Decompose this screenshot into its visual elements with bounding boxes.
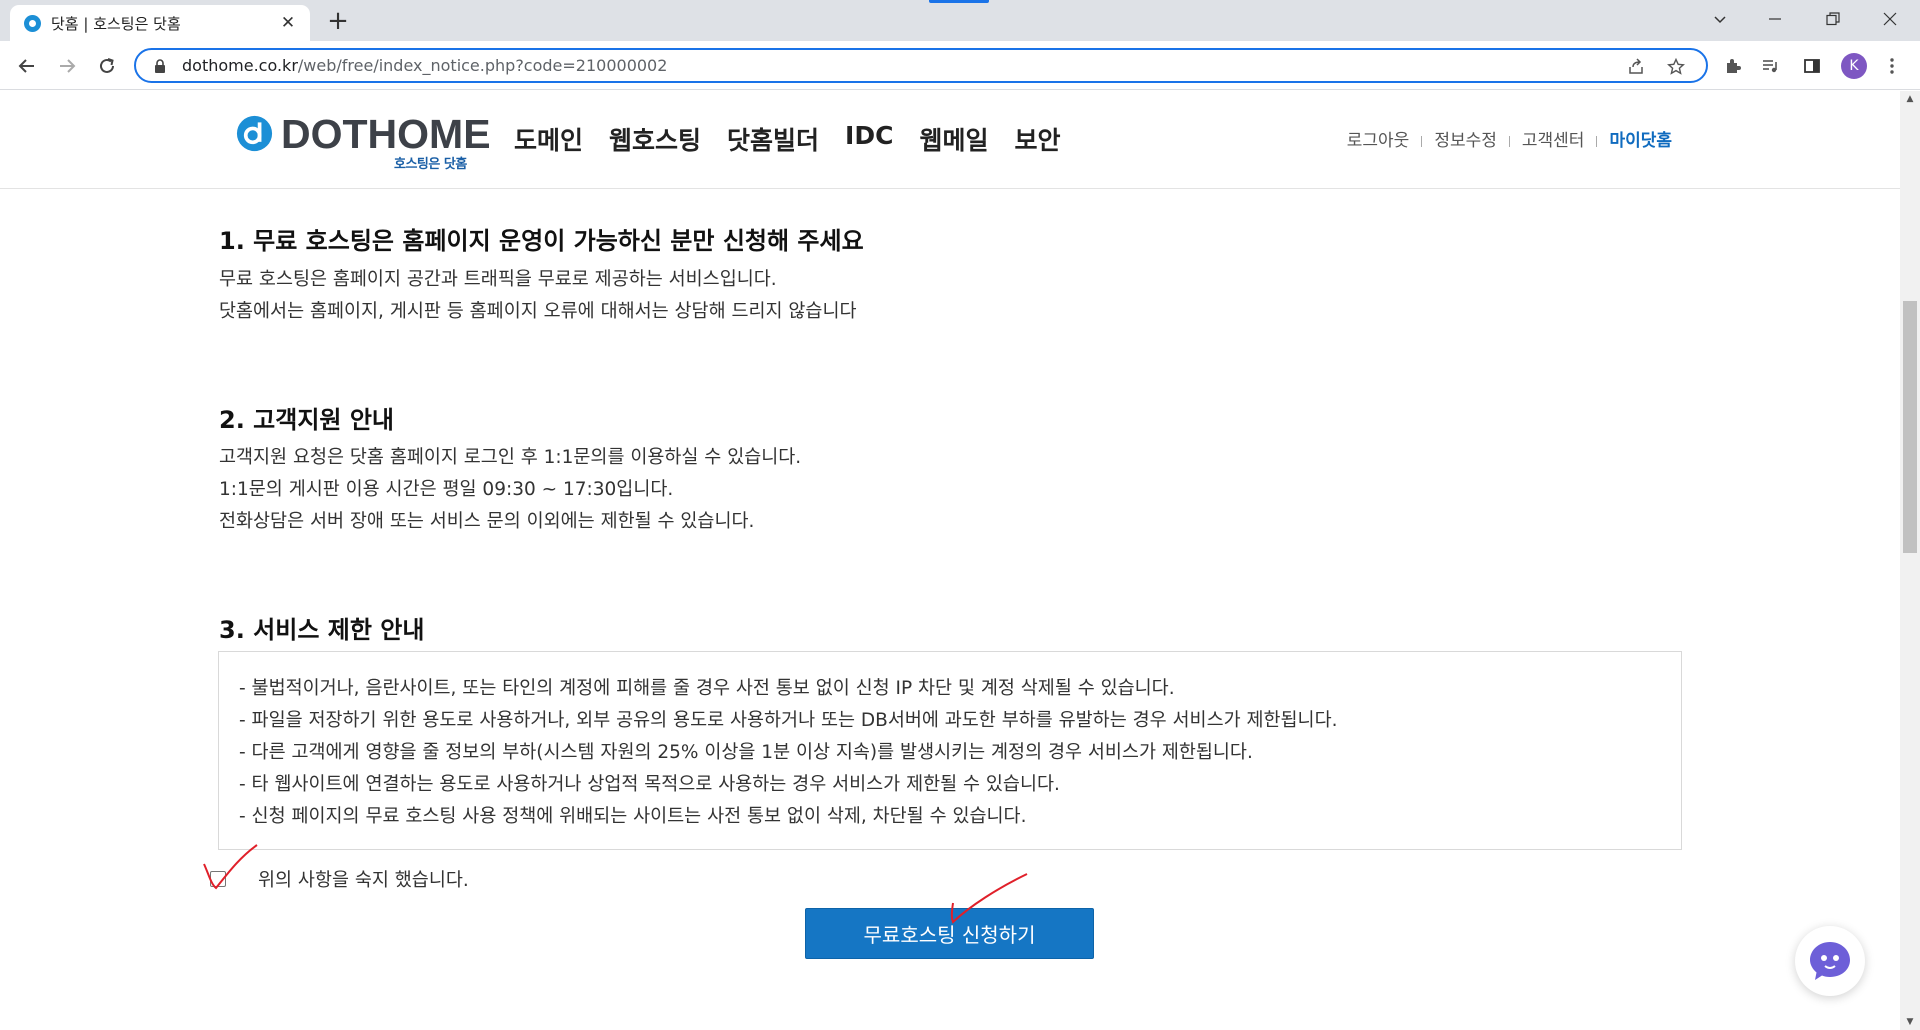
tab-indicator xyxy=(929,0,989,3)
share-icon[interactable] xyxy=(1624,56,1648,78)
address-bar[interactable]: dothome.co.kr/web/free/index_notice.php?… xyxy=(134,48,1708,83)
media-control-icon[interactable] xyxy=(1757,53,1783,79)
url-text[interactable]: dothome.co.kr/web/free/index_notice.php?… xyxy=(182,56,667,75)
site-favicon-icon xyxy=(24,14,41,32)
new-tab-button[interactable]: + xyxy=(323,7,353,37)
lock-icon[interactable] xyxy=(152,58,168,74)
browser-tab[interactable]: 닷홈 | 호스팅은 닷홈 ✕ xyxy=(10,5,310,41)
divider xyxy=(1421,136,1423,147)
logo-mark-icon xyxy=(236,115,273,152)
tab-search-icon[interactable] xyxy=(1692,0,1748,38)
nav-domain[interactable]: 도메인 xyxy=(514,121,583,157)
divider xyxy=(1508,136,1510,147)
tab-close-icon[interactable]: ✕ xyxy=(278,13,298,33)
nav-webmail[interactable]: 웹메일 xyxy=(919,121,988,157)
page-scrollbar[interactable]: ▲ ▼ xyxy=(1900,91,1920,1030)
section-2-line: 전화상담은 서버 장애 또는 서비스 문의 이외에는 제한될 수 있습니다. xyxy=(219,511,755,532)
agree-checkbox[interactable] xyxy=(210,871,226,887)
scrollbar-thumb[interactable] xyxy=(1903,301,1917,553)
site-header: DOTHOME 호스팅은 닷홈 도메인 웹호스팅 닷홈빌더 IDC 웹메일 보안… xyxy=(0,91,1900,189)
minimize-icon[interactable] xyxy=(1747,0,1803,38)
restore-icon[interactable] xyxy=(1805,0,1861,38)
restriction-item: - 다른 고객에게 영향을 줄 정보의 부하(시스템 자원의 25% 이상을 1… xyxy=(239,742,1253,763)
edit-profile-link[interactable]: 정보수정 xyxy=(1434,126,1497,151)
service-restriction-box: - 불법적이거나, 음란사이트, 또는 타인의 계정에 피해를 줄 경우 사전 … xyxy=(218,651,1682,850)
section-3-title: 3. 서비스 제한 안내 xyxy=(219,616,425,644)
section-1-line: 닷홈에서는 홈페이지, 게시판 등 홈페이지 오류에 대해서는 상담해 드리지 … xyxy=(219,301,857,322)
logout-link[interactable]: 로그아웃 xyxy=(1347,126,1410,151)
apply-free-hosting-button[interactable]: 무료호스팅 신청하기 xyxy=(805,908,1094,959)
browser-menu-icon[interactable] xyxy=(1879,53,1905,79)
scroll-down-arrow-icon[interactable]: ▼ xyxy=(1900,1014,1920,1030)
divider xyxy=(1596,136,1598,147)
forward-icon[interactable] xyxy=(51,50,83,82)
agree-label[interactable]: 위의 사항을 숙지 했습니다. xyxy=(258,866,469,892)
restriction-item: - 신청 페이지의 무료 호스팅 사용 정책에 위배되는 사이트는 사전 통보 … xyxy=(239,806,1027,827)
side-panel-icon[interactable] xyxy=(1799,53,1825,79)
site-logo[interactable]: DOTHOME 호스팅은 닷홈 xyxy=(236,111,491,172)
utility-nav: 로그아웃 정보수정 고객센터 마이닷홈 xyxy=(1347,126,1672,151)
customer-center-link[interactable]: 고객센터 xyxy=(1522,126,1585,151)
restriction-item: - 불법적이거나, 음란사이트, 또는 타인의 계정에 피해를 줄 경우 사전 … xyxy=(239,678,1175,699)
profile-avatar[interactable]: K xyxy=(1841,53,1867,79)
reload-icon[interactable] xyxy=(91,50,123,82)
bookmark-star-icon[interactable] xyxy=(1664,56,1688,78)
nav-idc[interactable]: IDC xyxy=(845,121,893,157)
browser-tabstrip: 닷홈 | 호스팅은 닷홈 ✕ + xyxy=(0,0,1920,41)
tab-title: 닷홈 | 호스팅은 닷홈 xyxy=(51,14,181,33)
nav-web-hosting[interactable]: 웹호스팅 xyxy=(609,121,701,157)
scroll-up-arrow-icon[interactable]: ▲ xyxy=(1900,91,1920,107)
url-host: dothome.co.kr xyxy=(182,56,298,75)
chat-bot-button[interactable] xyxy=(1795,926,1865,996)
section-1-line: 무료 호스팅은 홈페이지 공간과 트래픽을 무료로 제공하는 서비스입니다. xyxy=(219,269,777,290)
back-icon[interactable] xyxy=(11,50,43,82)
restriction-item: - 파일을 저장하기 위한 용도로 사용하거나, 외부 공유의 용도로 사용하거… xyxy=(239,710,1338,731)
browser-toolbar: dothome.co.kr/web/free/index_notice.php?… xyxy=(0,41,1920,90)
section-2-title: 2. 고객지원 안내 xyxy=(219,406,395,434)
nav-dothome-builder[interactable]: 닷홈빌더 xyxy=(727,121,819,157)
section-2-line: 1:1문의 게시판 이용 시간은 평일 09:30 ~ 17:30입니다. xyxy=(219,479,674,500)
close-window-icon[interactable] xyxy=(1862,0,1918,38)
section-2-line: 고객지원 요청은 닷홈 홈페이지 로그인 후 1:1문의를 이용하실 수 있습니… xyxy=(219,447,802,468)
my-dothome-link[interactable]: 마이닷홈 xyxy=(1609,126,1672,151)
restriction-item: - 타 웹사이트에 연결하는 용도로 사용하거나 상업적 목적으로 사용하는 경… xyxy=(239,774,1060,795)
chatbot-face-icon xyxy=(1810,942,1850,980)
nav-security[interactable]: 보안 xyxy=(1014,121,1060,157)
agree-row[interactable]: 위의 사항을 숙지 했습니다. xyxy=(210,866,469,892)
main-nav: 도메인 웹호스팅 닷홈빌더 IDC 웹메일 보안 xyxy=(514,121,1060,157)
logo-tagline: 호스팅은 닷홈 xyxy=(394,157,467,172)
extensions-icon[interactable] xyxy=(1720,53,1746,79)
url-path: /web/free/index_notice.php?code=21000000… xyxy=(297,56,668,75)
logo-text: DOTHOME xyxy=(281,111,491,157)
section-1-title: 1. 무료 호스팅은 홈페이지 운영이 가능하신 분만 신청해 주세요 xyxy=(219,227,864,255)
